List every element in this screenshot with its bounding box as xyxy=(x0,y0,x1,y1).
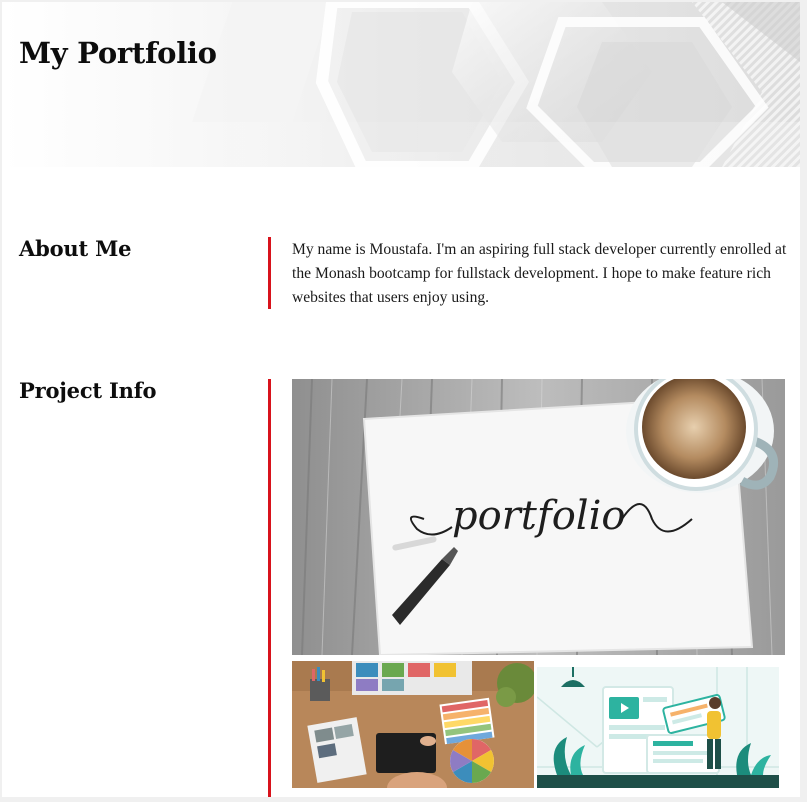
header-background-pattern xyxy=(2,2,800,167)
projects-divider xyxy=(268,379,271,797)
portfolio-photo-illustration: portfolio xyxy=(292,379,785,655)
design-desk-image[interactable] xyxy=(292,661,534,788)
web-design-illustration xyxy=(537,667,779,788)
page: My Portfolio About Me My name is Moustaf… xyxy=(2,2,800,797)
about-text: My name is Moustafa. I'm an aspiring ful… xyxy=(292,241,787,306)
site-title: My Portfolio xyxy=(19,36,217,70)
web-design-image[interactable] xyxy=(537,667,779,788)
about-divider xyxy=(268,237,271,309)
design-desk-illustration xyxy=(292,661,534,788)
site-header: My Portfolio xyxy=(2,2,800,167)
about-heading: About Me xyxy=(19,236,132,261)
projects-heading: Project Info xyxy=(19,378,157,403)
portfolio-script-text: portfolio xyxy=(452,493,625,539)
portfolio-image[interactable]: portfolio xyxy=(292,379,785,655)
